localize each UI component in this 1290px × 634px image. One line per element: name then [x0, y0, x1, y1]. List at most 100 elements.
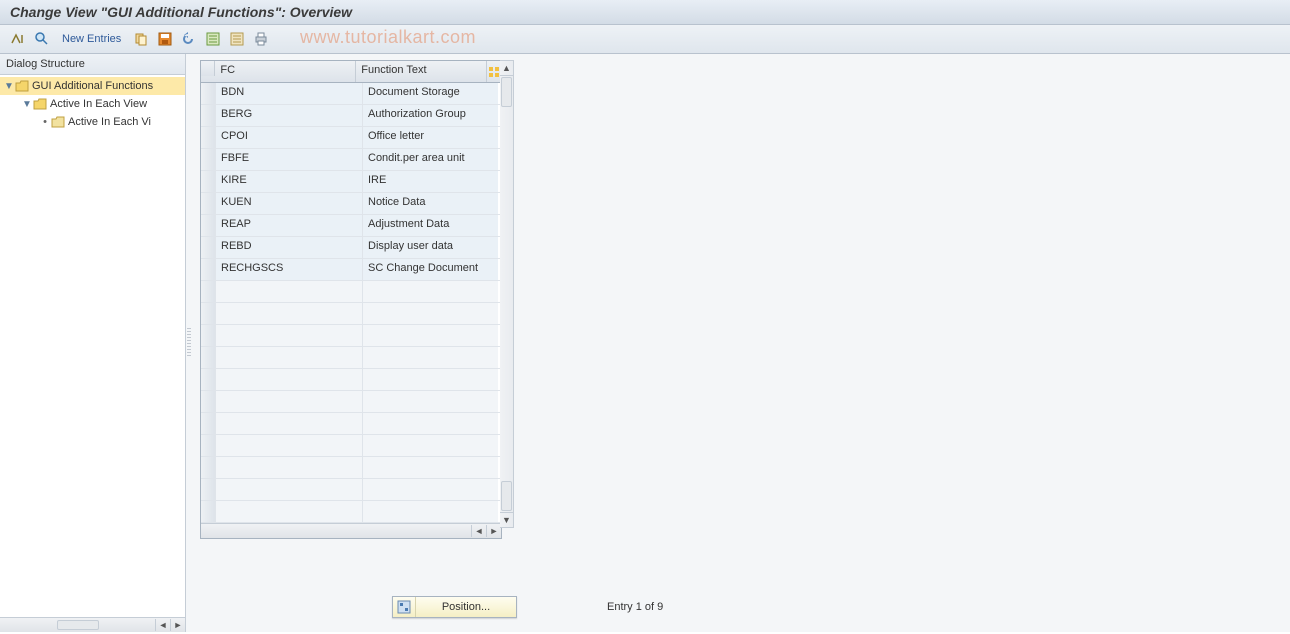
row-selector[interactable]: [201, 435, 216, 456]
cell-function-text[interactable]: Notice Data: [363, 193, 498, 214]
cell-function-text[interactable]: Display user data: [363, 237, 498, 258]
row-selector[interactable]: [201, 127, 216, 148]
column-header-function-text[interactable]: Function Text: [356, 61, 485, 82]
undo-icon[interactable]: [179, 29, 199, 49]
row-selector[interactable]: [201, 149, 216, 170]
cell-fc[interactable]: RECHGSCS: [216, 259, 363, 280]
print-icon[interactable]: [251, 29, 271, 49]
row-selector[interactable]: [201, 457, 216, 478]
tree-node[interactable]: ▼Active In Each View: [0, 95, 185, 113]
scrollbar-thumb[interactable]: [57, 620, 99, 630]
cell-function-text[interactable]: [363, 369, 498, 390]
scroll-right-icon[interactable]: ►: [170, 619, 185, 631]
dialog-structure-tree[interactable]: ▼GUI Additional Functions▼Active In Each…: [0, 75, 185, 617]
table-row: [201, 303, 501, 325]
grid-scroll-up-icon[interactable]: ▲: [500, 61, 513, 76]
grid-scroll-right-icon[interactable]: ►: [486, 525, 501, 537]
cell-function-text[interactable]: Authorization Group: [363, 105, 498, 126]
grid-scroll-down-icon[interactable]: ▼: [500, 512, 513, 527]
table-row: BDNDocument Storage: [201, 83, 501, 105]
row-selector[interactable]: [201, 215, 216, 236]
grid-configure-icon[interactable]: [486, 61, 501, 82]
position-button[interactable]: Position...: [392, 596, 517, 618]
row-selector[interactable]: [201, 347, 216, 368]
cell-fc[interactable]: KIRE: [216, 171, 363, 192]
grid-scroll-left-icon[interactable]: ◄: [471, 525, 486, 537]
row-selector[interactable]: [201, 369, 216, 390]
cell-function-text[interactable]: Condit.per area unit: [363, 149, 498, 170]
cell-function-text[interactable]: [363, 303, 498, 324]
cell-fc[interactable]: BDN: [216, 83, 363, 104]
cell-function-text[interactable]: SC Change Document: [363, 259, 498, 280]
toggle-display-icon[interactable]: [8, 29, 28, 49]
cell-fc[interactable]: [216, 501, 363, 522]
cell-fc[interactable]: [216, 347, 363, 368]
row-selector[interactable]: [201, 303, 216, 324]
grid-vertical-scrollbar[interactable]: ▲ ▼: [500, 60, 514, 528]
cell-function-text[interactable]: [363, 501, 498, 522]
row-selector[interactable]: [201, 171, 216, 192]
position-icon: [393, 597, 416, 617]
cell-function-text[interactable]: Document Storage: [363, 83, 498, 104]
cell-fc[interactable]: KUEN: [216, 193, 363, 214]
cell-fc[interactable]: [216, 391, 363, 412]
grid-scroll-thumb-top[interactable]: [501, 77, 512, 107]
row-selector[interactable]: [201, 237, 216, 258]
cell-fc[interactable]: [216, 413, 363, 434]
cell-fc[interactable]: [216, 303, 363, 324]
tree-node[interactable]: ▼ GUI Additional Functions: [0, 77, 185, 95]
cell-fc[interactable]: REBD: [216, 237, 363, 258]
cell-function-text[interactable]: [363, 347, 498, 368]
entry-status-text: Entry 1 of 9: [607, 601, 663, 613]
cell-function-text[interactable]: [363, 457, 498, 478]
save-icon[interactable]: [155, 29, 175, 49]
grid-horizontal-scrollbar[interactable]: ◄ ►: [201, 523, 501, 538]
row-selector[interactable]: [201, 259, 216, 280]
cell-fc[interactable]: [216, 369, 363, 390]
sidebar-horizontal-scrollbar[interactable]: ◄ ►: [0, 617, 185, 632]
new-entries-button[interactable]: New Entries: [56, 33, 127, 45]
table-row: [201, 457, 501, 479]
scroll-left-icon[interactable]: ◄: [155, 619, 170, 631]
cell-fc[interactable]: FBFE: [216, 149, 363, 170]
row-selector[interactable]: [201, 281, 216, 302]
deselect-all-icon[interactable]: [227, 29, 247, 49]
cell-fc[interactable]: [216, 325, 363, 346]
find-icon[interactable]: [32, 29, 52, 49]
collapse-icon[interactable]: ▼: [4, 81, 14, 92]
collapse-icon[interactable]: ▼: [22, 99, 32, 110]
table-row: KUENNotice Data: [201, 193, 501, 215]
row-selector[interactable]: [201, 83, 216, 104]
cell-function-text[interactable]: [363, 479, 498, 500]
column-header-fc[interactable]: FC: [215, 61, 356, 82]
cell-function-text[interactable]: [363, 391, 498, 412]
cell-function-text[interactable]: Adjustment Data: [363, 215, 498, 236]
cell-function-text[interactable]: [363, 281, 498, 302]
row-selector[interactable]: [201, 479, 216, 500]
tree-node[interactable]: •Active In Each Vi: [0, 113, 185, 131]
grid-scroll-thumb-bottom[interactable]: [501, 481, 512, 511]
row-selector[interactable]: [201, 501, 216, 522]
copy-icon[interactable]: [131, 29, 151, 49]
tree-node-label: GUI Additional Functions: [32, 80, 153, 92]
cell-function-text[interactable]: Office letter: [363, 127, 498, 148]
cell-fc[interactable]: [216, 435, 363, 456]
row-selector[interactable]: [201, 193, 216, 214]
cell-fc[interactable]: CPOI: [216, 127, 363, 148]
row-selector[interactable]: [201, 413, 216, 434]
cell-fc[interactable]: [216, 457, 363, 478]
cell-fc[interactable]: REAP: [216, 215, 363, 236]
cell-fc[interactable]: BERG: [216, 105, 363, 126]
cell-fc[interactable]: [216, 281, 363, 302]
grid-corner-cell[interactable]: [201, 61, 215, 76]
cell-function-text[interactable]: [363, 325, 498, 346]
cell-function-text[interactable]: [363, 435, 498, 456]
row-selector[interactable]: [201, 391, 216, 412]
select-all-icon[interactable]: [203, 29, 223, 49]
cell-function-text[interactable]: [363, 413, 498, 434]
cell-fc[interactable]: [216, 479, 363, 500]
table-row: REAPAdjustment Data: [201, 215, 501, 237]
row-selector[interactable]: [201, 105, 216, 126]
cell-function-text[interactable]: IRE: [363, 171, 498, 192]
row-selector[interactable]: [201, 325, 216, 346]
